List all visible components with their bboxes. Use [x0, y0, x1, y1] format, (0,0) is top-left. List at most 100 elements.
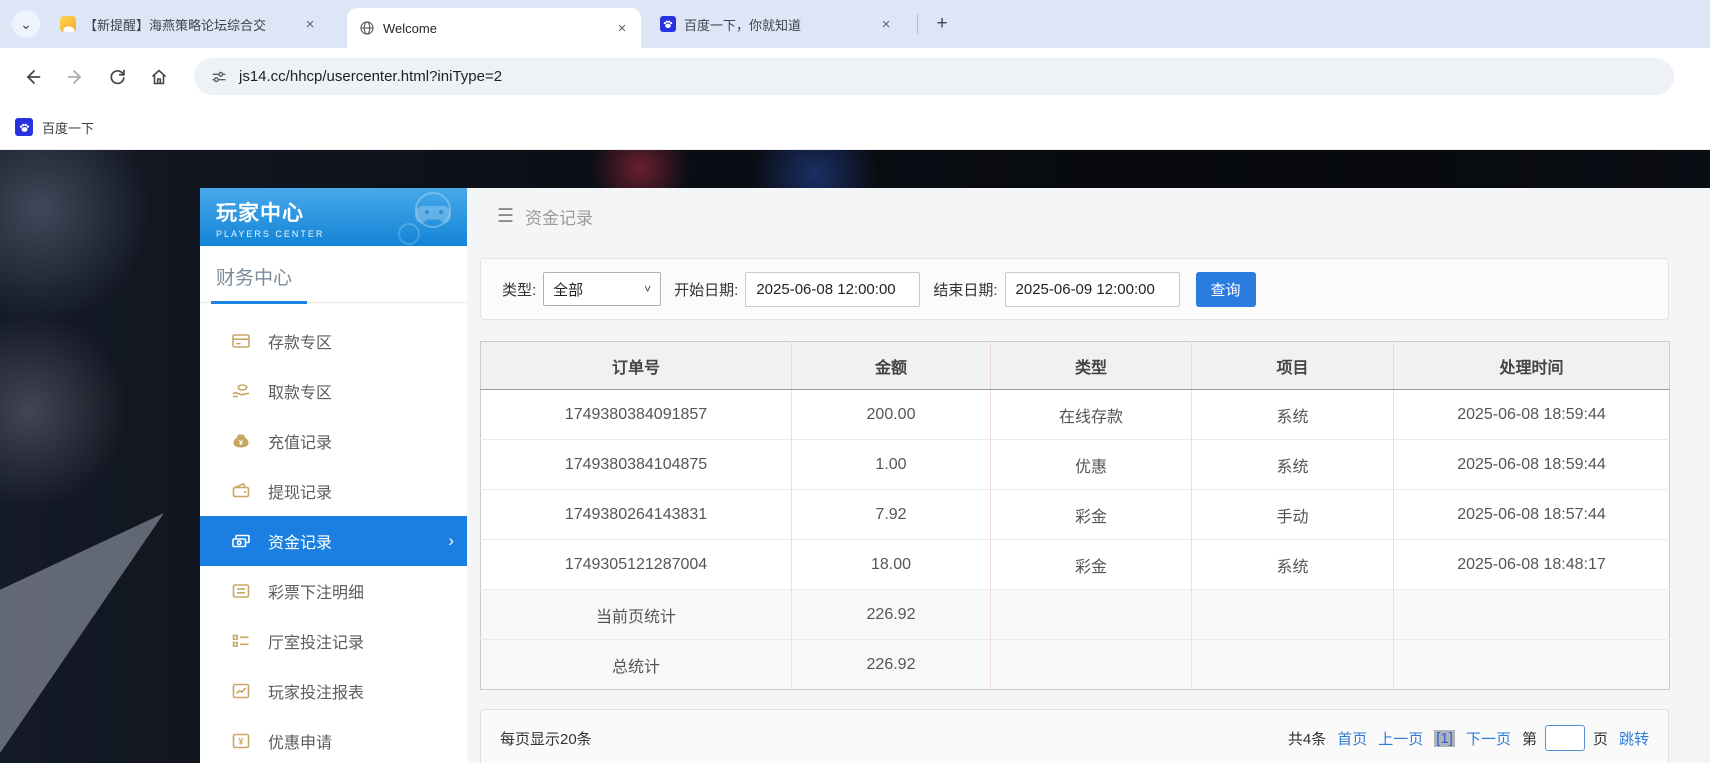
chevron-right-icon: ›: [448, 531, 454, 550]
banknotes-icon: [231, 531, 251, 551]
empty-cell: [1393, 589, 1670, 640]
cell-time: 2025-06-08 18:48:17: [1393, 539, 1670, 590]
type-select-value: 全部: [553, 281, 584, 299]
background-triangle: [0, 513, 164, 753]
hamburger-icon[interactable]: ☰: [497, 205, 514, 228]
hand-money-icon: [231, 381, 251, 401]
sidebar-item-label: 玩家投注报表: [268, 685, 365, 702]
new-tab-button[interactable]: +: [928, 10, 956, 38]
sidebar-item-lottery-bet-detail[interactable]: 彩票下注明细: [200, 566, 467, 616]
money-bag-icon: ¥: [231, 431, 251, 451]
sidebar-section-title: 财务中心: [216, 268, 293, 289]
sidebar-item-label: 提现记录: [268, 485, 333, 502]
forum-favicon-icon: [60, 16, 76, 32]
cell-amount: 18.00: [791, 539, 991, 590]
page-background: 玩家中心 PLAYERS CENTER 财务中心 存款专区 取款专区 ¥ 充值记…: [0, 150, 1710, 763]
jump-link[interactable]: 跳转: [1619, 728, 1649, 749]
cell-type: 优惠: [990, 439, 1192, 490]
first-page-link[interactable]: 首页: [1337, 728, 1367, 749]
bookmark-label: 百度一下: [42, 120, 95, 136]
current-page-indicator[interactable]: [1]: [1434, 729, 1455, 747]
bookmarks-bar: 百度一下: [0, 105, 1710, 150]
tab-baidu[interactable]: 百度一下，你就知道 ×: [648, 0, 905, 48]
home-button[interactable]: [142, 60, 176, 94]
close-icon[interactable]: ×: [613, 19, 631, 37]
chevron-down-icon: ⌄: [20, 15, 32, 32]
sidebar-item-promo-apply[interactable]: ¥ 优惠申请: [200, 716, 467, 763]
table-row: 1749380384091857 200.00 在线存款 系统 2025-06-…: [480, 389, 1670, 440]
sidebar-item-label: 取款专区: [268, 385, 333, 402]
close-icon[interactable]: ×: [877, 15, 895, 33]
jump-suffix-text: 页: [1592, 730, 1608, 748]
header-amount: 金额: [791, 341, 991, 390]
sidebar-item-label: 彩票下注明细: [268, 585, 365, 602]
address-bar[interactable]: js14.cc/hhcp/usercenter.html?iniType=2: [194, 58, 1674, 95]
next-page-link[interactable]: 下一页: [1466, 728, 1511, 749]
pagination-bar: 每页显示20条 共4条 首页 上一页 [1] 下一页 第 页 跳转: [480, 709, 1669, 763]
tab-forum[interactable]: 【新提醒】海燕策略论坛综合交 ×: [48, 0, 329, 48]
type-label: 类型:: [502, 281, 537, 299]
player-center-sidebar: 玩家中心 PLAYERS CENTER 财务中心 存款专区 取款专区 ¥ 充值记…: [200, 188, 467, 763]
sidebar-item-deposit[interactable]: 存款专区: [200, 316, 467, 366]
sidebar-item-player-bet-report[interactable]: 玩家投注报表: [200, 666, 467, 716]
reload-button[interactable]: [100, 60, 134, 94]
summary-label: 总统计: [480, 639, 792, 690]
cell-time: 2025-06-08 18:59:44: [1393, 439, 1670, 490]
cell-type: 彩金: [990, 539, 1192, 590]
sidebar-item-hall-bet-record[interactable]: 厅室投注记录: [200, 616, 467, 666]
tab-separator: [917, 14, 918, 34]
sidebar-item-withdraw[interactable]: 取款专区: [200, 366, 467, 416]
header-project: 项目: [1191, 341, 1394, 390]
cell-order-no: 1749305121287004: [480, 539, 792, 590]
cell-time: 2025-06-08 18:59:44: [1393, 389, 1670, 440]
table-header-row: 订单号 金额 类型 项目 处理时间: [480, 341, 1670, 390]
sidebar-item-funds-record[interactable]: 资金记录 ›: [200, 516, 467, 566]
start-date-input[interactable]: [745, 271, 921, 307]
start-date-label: 开始日期:: [674, 281, 739, 299]
sidebar-menu: 存款专区 取款专区 ¥ 充值记录 提现记录 资金记录 › 彩票下注明细 厅室投注…: [200, 303, 467, 763]
cell-order-no: 1749380384091857: [480, 389, 792, 440]
summary-amount: 226.92: [791, 639, 991, 690]
url-text: js14.cc/hhcp/usercenter.html?iniType=2: [239, 68, 503, 85]
empty-cell: [990, 589, 1192, 640]
tab-welcome[interactable]: Welcome ×: [347, 8, 641, 48]
svg-text:¥: ¥: [238, 737, 243, 747]
back-button[interactable]: [16, 60, 50, 94]
gamepad-icon: [375, 190, 459, 246]
yuan-box-icon: ¥: [231, 731, 251, 751]
total-summary-row: 总统计 226.92: [480, 639, 1670, 690]
list-document-icon: [231, 581, 251, 601]
header-order-no: 订单号: [480, 341, 792, 390]
cell-amount: 1.00: [791, 439, 991, 490]
tab-title: Welcome: [383, 20, 437, 36]
chart-report-icon: [231, 681, 251, 701]
site-settings-icon[interactable]: [210, 68, 228, 86]
total-count-text: 共4条: [1287, 730, 1327, 748]
sidebar-item-recharge-record[interactable]: ¥ 充值记录: [200, 416, 467, 466]
end-date-input[interactable]: [1004, 271, 1180, 307]
cell-order-no: 1749380384104875: [480, 439, 792, 490]
jump-prefix-text: 第: [1521, 730, 1537, 748]
cell-project: 系统: [1191, 389, 1394, 440]
bookmark-baidu[interactable]: 百度一下: [15, 118, 94, 137]
close-icon[interactable]: ×: [301, 15, 319, 33]
prev-page-link[interactable]: 上一页: [1378, 728, 1423, 749]
sidebar-item-withdrawal-record[interactable]: 提现记录: [200, 466, 467, 516]
tab-search-button[interactable]: ⌄: [12, 10, 40, 38]
chevron-down-icon: ˅: [644, 282, 652, 296]
cell-amount: 200.00: [791, 389, 991, 440]
page-number-input[interactable]: [1544, 725, 1585, 751]
header-time: 处理时间: [1393, 341, 1670, 390]
cell-project: 系统: [1191, 539, 1394, 590]
cell-order-no: 1749380264143831: [480, 489, 792, 540]
main-content: ☰ 资金记录 类型: 全部 ˅ 开始日期: 结束日期: 查询 订单号 金额 类型: [467, 188, 1710, 763]
header-type: 类型: [990, 341, 1192, 390]
sidebar-item-label: 存款专区: [268, 335, 333, 352]
type-select[interactable]: 全部 ˅: [543, 272, 662, 306]
forward-button[interactable]: [58, 60, 92, 94]
cell-project: 系统: [1191, 439, 1394, 490]
funds-record-table: 订单号 金额 类型 项目 处理时间 1749380384091857 200.0…: [480, 341, 1670, 690]
tab-strip: ⌄ 【新提醒】海燕策略论坛综合交 × Welcome × 百度一下，你就知道 ×…: [0, 0, 1710, 48]
search-button[interactable]: 查询: [1195, 271, 1256, 307]
cell-project: 手动: [1191, 489, 1394, 540]
